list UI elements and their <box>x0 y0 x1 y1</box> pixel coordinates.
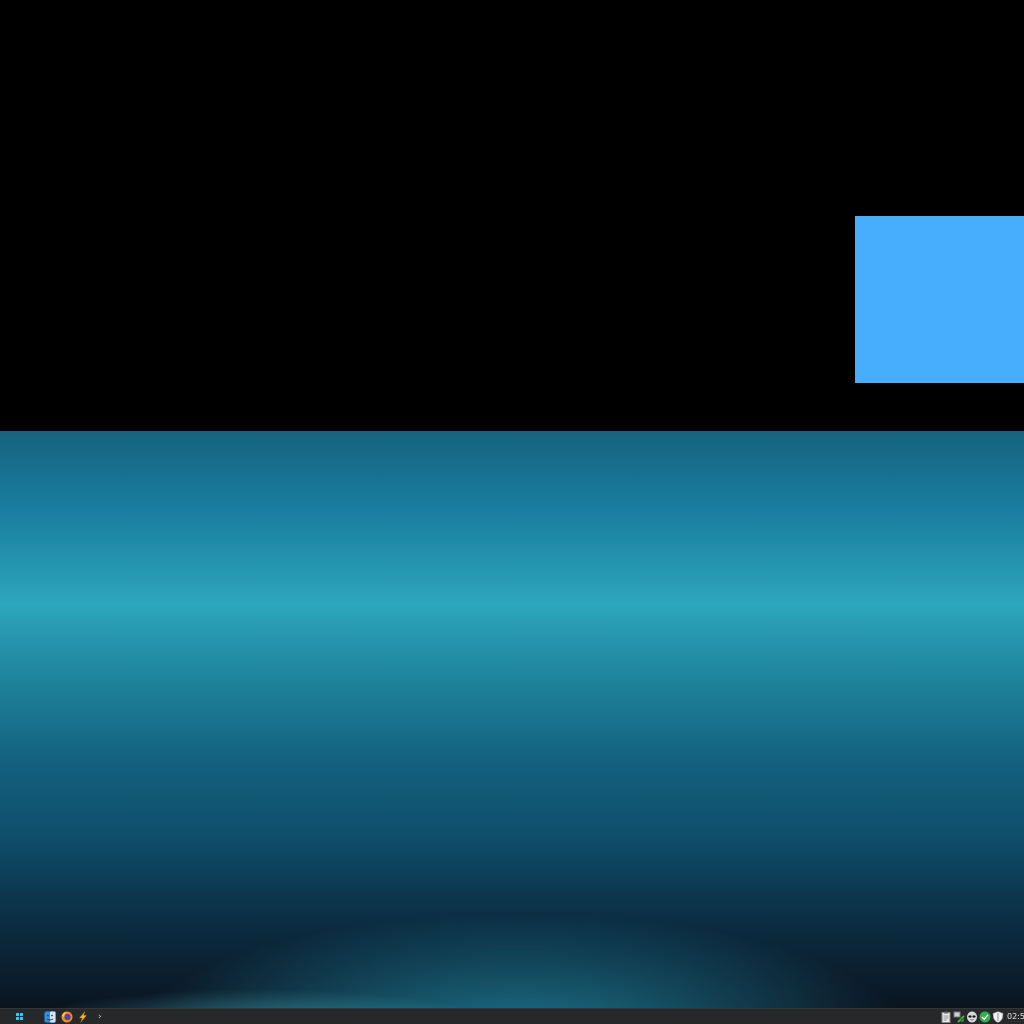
blue-window-block[interactable] <box>855 216 1024 383</box>
taskbar-clock[interactable]: 02:57 <box>1007 1011 1024 1023</box>
taskbar: › 02:5 <box>0 1008 1024 1024</box>
security-shield-icon[interactable] <box>992 1011 1004 1023</box>
lightning-bolt-icon[interactable] <box>77 1011 89 1023</box>
clipboard-icon[interactable] <box>940 1011 952 1023</box>
alien-face-icon[interactable] <box>966 1011 978 1023</box>
network-tools-icon[interactable] <box>953 1011 965 1023</box>
shield-check-icon[interactable] <box>979 1011 991 1023</box>
taskbar-expand-arrow[interactable]: › <box>98 1010 102 1024</box>
desktop-wallpaper <box>0 431 1024 1008</box>
finder-icon[interactable] <box>44 1011 56 1023</box>
desktop-screen: › 02:5 <box>0 0 1024 1024</box>
firefox-icon[interactable] <box>61 1011 73 1023</box>
start-menu-icon[interactable] <box>14 1011 26 1023</box>
